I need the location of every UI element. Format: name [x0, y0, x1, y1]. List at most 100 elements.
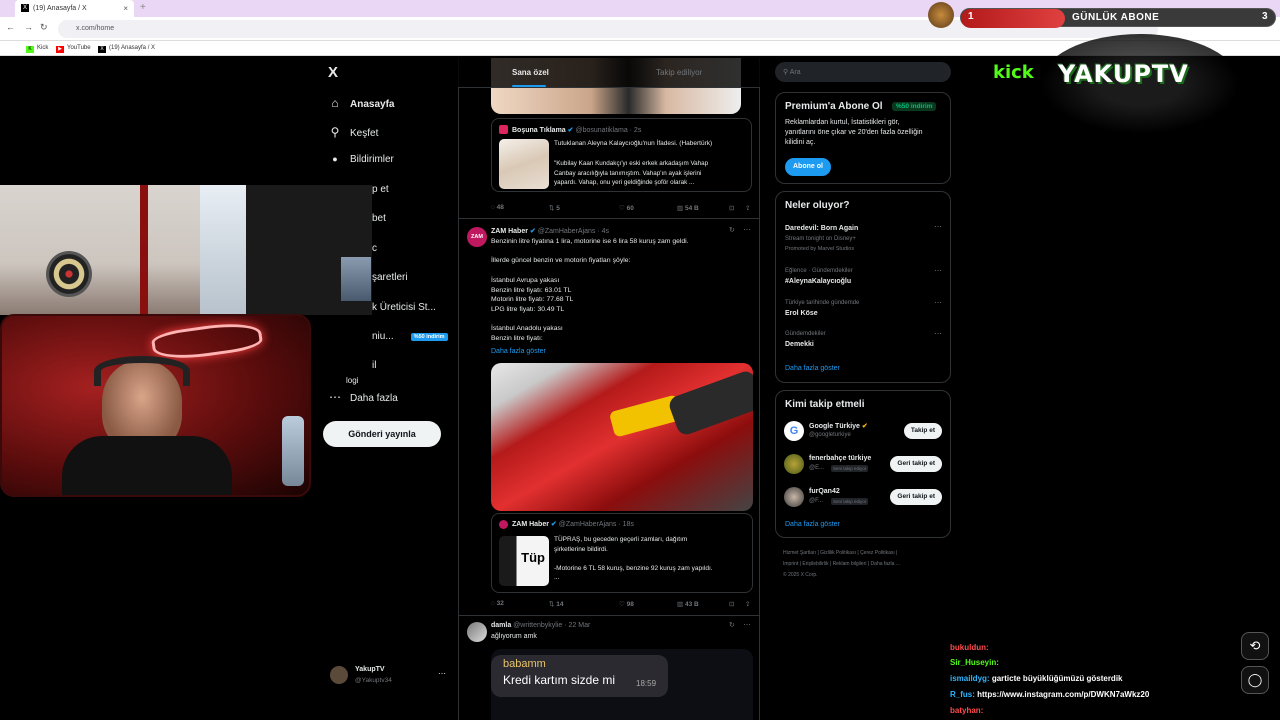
- premium-discount-badge: %50 indirim: [410, 333, 448, 341]
- footer-link[interactable]: Çerez Politikası: [860, 550, 895, 556]
- footer-link[interactable]: Erişilebilirlik: [802, 561, 828, 567]
- nav-item-creator-studio[interactable]: k Üreticisi St...: [372, 302, 436, 313]
- nav-item-home[interactable]: ⌂ Anasayfa: [328, 96, 394, 110]
- x-icon: X: [98, 46, 106, 53]
- chat-settings-icon[interactable]: ⟲: [1241, 632, 1269, 660]
- youtube-icon: ▶: [56, 46, 64, 53]
- webcam-feed: [0, 314, 311, 497]
- verified-icon: ✔: [567, 127, 574, 134]
- nav-item-partial[interactable]: c: [372, 243, 377, 254]
- nav-item-partial[interactable]: p et: [372, 184, 389, 195]
- back-icon[interactable]: ←: [6, 22, 15, 32]
- trend-name[interactable]: Daredevil: Born Again: [785, 225, 858, 232]
- retweet-count[interactable]: ⇅ 14: [549, 600, 564, 608]
- tweet-more-icon[interactable]: ⋯: [743, 225, 751, 234]
- fuel-pump-image[interactable]: [491, 363, 753, 511]
- quote-title: Tutuklanan Aleyna Kalaycıoğlu'nun İfades…: [554, 140, 713, 147]
- trend-more-icon[interactable]: ⋯: [934, 266, 942, 275]
- chat-screenshot-image[interactable]: babamm Kredi kartım sizde mi 18:59: [491, 649, 753, 720]
- tweet-avatar[interactable]: ZAM: [467, 227, 487, 247]
- new-tab-button[interactable]: +: [140, 2, 146, 13]
- trend-name[interactable]: #AleynaKalaycıoğlu: [785, 278, 851, 285]
- nav-item-partial[interactable]: logi: [346, 376, 358, 385]
- nav-item-explore[interactable]: ⚲ Keşfet: [328, 125, 379, 139]
- nav-item-notifications[interactable]: ● Bildirimler: [328, 154, 394, 165]
- follow-back-button[interactable]: Geri takip et: [890, 456, 942, 472]
- tweet-text: ağlıyorum amk: [491, 633, 537, 640]
- tab-for-you[interactable]: Sana özel: [512, 68, 549, 77]
- follow-button[interactable]: Takip et: [903, 423, 942, 439]
- timeline-feed: Boşuna Tıklama ✔ @bosunatiklama · 2s Tut…: [458, 58, 760, 720]
- footer-link[interactable]: Daha fazla ...: [871, 561, 900, 567]
- tab-following[interactable]: Takip ediliyor: [656, 68, 702, 77]
- footer-link[interactable]: Imprint: [783, 561, 798, 567]
- follow-show-more[interactable]: Daha fazla göster: [785, 521, 840, 528]
- quote-body: TÜPRAŞ, bu geceden geçerli zamları, dağı…: [554, 536, 713, 581]
- quoted-tweet[interactable]: Boşuna Tıklama ✔ @bosunatiklama · 2s Tut…: [491, 118, 752, 192]
- tweet-more-icon[interactable]: ⋯: [743, 620, 751, 629]
- nav-item-more[interactable]: ⋯ Daha fazla: [328, 390, 398, 404]
- trend-more-icon[interactable]: ⋯: [934, 222, 942, 231]
- bookmark-youtube[interactable]: ▶ YouTube: [56, 45, 91, 53]
- chat-bubble-icon[interactable]: ◯: [1241, 666, 1269, 694]
- footer-link[interactable]: Hizmet Şartları: [783, 550, 816, 556]
- trend-more-icon[interactable]: ⋯: [934, 329, 942, 338]
- footer-link[interactable]: Gizlilik Politikası: [820, 550, 856, 556]
- forward-icon[interactable]: →: [24, 22, 33, 32]
- reload-icon[interactable]: ↻: [40, 22, 48, 33]
- trend-category: Eğlence · Gündemdekiler: [785, 268, 853, 274]
- follow-back-button[interactable]: Geri takip et: [890, 489, 942, 505]
- trend-name[interactable]: Demekki: [785, 341, 814, 348]
- premium-title: Premium'a Abone Ol: [785, 101, 883, 112]
- post-button[interactable]: Gönderi yayınla: [323, 421, 441, 447]
- browser-tab[interactable]: X (19) Anasayfa / X ×: [15, 0, 134, 17]
- follow-handle: @E...: [809, 465, 825, 471]
- bookmark-x[interactable]: X (19) Anasayfa / X: [98, 45, 155, 53]
- follow-handle: @F...: [809, 498, 824, 504]
- close-tab-icon[interactable]: ×: [123, 4, 128, 13]
- nav-item-bookmarks[interactable]: şaretleri: [372, 272, 408, 283]
- fenerbahce-avatar[interactable]: [784, 454, 804, 474]
- trend-more-icon[interactable]: ⋯: [934, 298, 942, 307]
- trends-show-more[interactable]: Daha fazla göster: [785, 365, 840, 372]
- chat-message: Sir_Huseyin:: [950, 658, 999, 667]
- x-logo[interactable]: X: [328, 64, 338, 81]
- bookmark-kick[interactable]: K Kick: [26, 45, 48, 53]
- chat-message: batyhan:: [950, 706, 984, 715]
- reply-count[interactable]: ◌ 48: [491, 204, 504, 211]
- reply-count[interactable]: ◌ 32: [491, 600, 504, 607]
- footer-link[interactable]: Reklam bilgileri: [833, 561, 867, 567]
- tweet-avatar[interactable]: [467, 622, 487, 642]
- quoted-tweet[interactable]: ZAM Haber ✔ @ZamHaberAjans · 18s Tüp TÜP…: [491, 513, 753, 593]
- chat-message: R_fus: https://www.instagram.com/p/DWKN7…: [950, 690, 1150, 699]
- bookmark-icon[interactable]: ⊡: [729, 204, 734, 212]
- nav-item-premium[interactable]: niu... %50 indirim: [372, 331, 448, 342]
- share-icon[interactable]: ⇪: [745, 204, 750, 212]
- trend-name[interactable]: Erol Köse: [785, 310, 818, 317]
- furqan-avatar[interactable]: [784, 487, 804, 507]
- like-count[interactable]: ♡ 98: [619, 600, 634, 608]
- follow-name: Google Türkiye ✔: [809, 423, 868, 430]
- grok-icon[interactable]: ↻: [729, 621, 735, 629]
- bookmark-icon[interactable]: ⊡: [729, 600, 734, 608]
- search-icon: ⚲: [783, 69, 790, 76]
- account-avatar[interactable]: [330, 666, 348, 684]
- views-count[interactable]: ▥ 54 B: [677, 204, 699, 212]
- show-more-link[interactable]: Daha fazla göster: [491, 348, 546, 355]
- subscribe-button[interactable]: Abone ol: [785, 158, 831, 176]
- grok-icon[interactable]: ↻: [729, 226, 735, 234]
- nav-item-profile[interactable]: il: [372, 360, 376, 371]
- search-input[interactable]: ⚲ Ara: [775, 62, 951, 82]
- nav-item-partial[interactable]: bet: [372, 213, 386, 224]
- chat-sender: babamm: [503, 658, 546, 670]
- tweet-damla[interactable]: damla @writtenbykylie · 22 Mar ↻ ⋯ ağlıy…: [459, 616, 759, 720]
- account-more-icon[interactable]: ⋯: [438, 669, 446, 678]
- share-icon[interactable]: ⇪: [745, 600, 750, 608]
- google-avatar[interactable]: G: [784, 421, 804, 441]
- tweet-text: Benzinin litre fiyatına 1 lira, motorine…: [491, 238, 689, 343]
- quote-body: "Kubilay Kaan Kundakçı'yı eski erkek ark…: [554, 160, 709, 186]
- like-count[interactable]: ♡ 60: [619, 204, 634, 212]
- retweet-count[interactable]: ⇅ 5: [549, 204, 560, 212]
- views-count[interactable]: ▥ 43 B: [677, 600, 699, 608]
- tweet-zam-haber[interactable]: ZAM ZAM Haber ✔ @ZamHaberAjans · 4s ↻ ⋯ …: [459, 219, 759, 616]
